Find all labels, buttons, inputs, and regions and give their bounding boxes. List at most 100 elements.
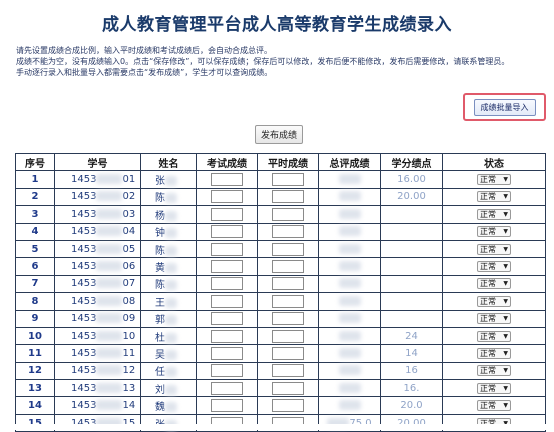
regular-score-input[interactable] [272,207,304,221]
regular-score-input[interactable] [272,225,304,239]
student-id-prefix: 1453 [71,295,97,307]
exam-score-input[interactable] [211,190,243,204]
status-select[interactable]: 正常 ▼ [477,261,511,273]
dropdown-arrow-icon: ▼ [503,332,508,340]
total-score [318,222,381,241]
redacted-blur [165,176,177,187]
student-name-text: 黄 [155,263,165,275]
regular-score-input[interactable] [272,381,304,395]
status-select[interactable]: 正常 ▼ [477,174,511,186]
student-name: 刘 [140,379,197,398]
row-number: 1 [15,170,55,189]
publish-scores-button[interactable]: 发布成绩 [255,125,304,144]
student-name-text: 钟 [155,228,165,240]
column-header: 状态 [442,152,546,172]
regular-score-input[interactable] [272,260,304,274]
regular-score-input[interactable] [272,277,304,291]
total-score [318,274,381,294]
exam-score-cell [196,239,258,259]
grade-point [380,292,443,311]
student-id-suffix: 04 [122,226,136,238]
status-cell: 正常 ▼ [442,396,546,415]
dropdown-arrow-icon: ▼ [503,245,508,253]
exam-score-input[interactable] [211,260,243,274]
regular-score-input[interactable] [272,173,304,187]
bulk-import-button[interactable]: 成绩批量导入 [473,98,536,116]
status-select[interactable]: 正常 ▼ [477,243,511,255]
exam-score-input[interactable] [211,294,243,308]
regular-score-input[interactable] [272,399,304,413]
status-select[interactable]: 正常 ▼ [477,330,511,342]
status-value: 正常 [480,366,496,376]
student-id-prefix: 1453 [71,330,97,342]
status-cell: 正常 ▼ [442,239,546,259]
row-number: 10 [15,326,55,346]
exam-score-input[interactable] [211,312,243,326]
regular-score-input[interactable] [272,312,304,326]
student-id-suffix: 12 [122,365,136,377]
table-row: 8 1453 08 王 正常 ▼ [15,292,546,311]
student-id-suffix: 10 [122,330,136,342]
student-name: 陈 [140,187,197,207]
dropdown-arrow-icon: ▼ [503,280,508,288]
redacted-blur [338,330,361,341]
regular-score-input[interactable] [272,364,304,378]
regular-score-input[interactable] [272,346,304,360]
exam-score-input[interactable] [211,277,243,291]
dropdown-arrow-icon: ▼ [503,349,508,357]
status-select[interactable]: 正常 ▼ [477,226,511,238]
status-cell: 正常 ▼ [442,379,546,398]
student-id-suffix: 14 [122,400,136,412]
exam-score-cell [196,361,258,381]
student-id: 1453 04 [54,222,141,241]
student-name: 王 [140,292,197,311]
status-select[interactable]: 正常 ▼ [477,208,511,220]
regular-score-cell [257,326,319,346]
student-id: 1453 09 [54,309,141,328]
status-select[interactable]: 正常 ▼ [477,400,511,412]
student-id: 1453 02 [54,187,141,207]
status-select[interactable]: 正常 ▼ [477,313,511,325]
regular-score-input[interactable] [272,329,304,343]
redacted-blur [165,332,177,343]
column-header: 考试成绩 [196,152,258,172]
status-select[interactable]: 正常 ▼ [477,278,511,290]
regular-score-input[interactable] [272,242,304,256]
redacted-blur [165,245,177,256]
dropdown-arrow-icon: ▼ [503,367,508,375]
student-id-suffix: 05 [122,243,136,255]
status-value: 正常 [480,401,496,411]
regular-score-input[interactable] [272,294,304,308]
redacted-blur [165,297,177,308]
exam-score-input[interactable] [211,329,243,343]
exam-score-input[interactable] [211,399,243,413]
exam-score-input[interactable] [211,173,243,187]
student-name: 陈 [140,274,197,294]
student-id-prefix: 1453 [71,243,97,255]
status-select[interactable]: 正常 ▼ [477,347,511,359]
table-header-row: 序号 学号 姓名 考试成绩 平时成绩 总评成绩 学分绩点 状态 [15,152,546,172]
status-select[interactable]: 正常 ▼ [477,382,511,394]
status-select[interactable]: 正常 ▼ [477,295,511,307]
status-value: 正常 [480,209,496,219]
exam-score-input[interactable] [211,242,243,256]
score-table: 序号 学号 姓名 考试成绩 平时成绩 总评成绩 学分绩点 状态 1 1453 01 张… [15,152,546,432]
exam-score-input[interactable] [211,225,243,239]
exam-score-input[interactable] [211,364,243,378]
exam-score-input[interactable] [211,207,243,221]
dropdown-arrow-icon: ▼ [503,402,508,410]
row-number: 8 [15,292,55,311]
status-select[interactable]: 正常 ▼ [477,191,511,203]
regular-score-input[interactable] [272,190,304,204]
student-name-text: 刘 [155,384,165,396]
exam-score-input[interactable] [211,346,243,360]
redacted-blur [338,295,361,306]
student-id-prefix: 1453 [71,261,97,273]
status-select[interactable]: 正常 ▼ [477,365,511,377]
exam-score-input[interactable] [211,381,243,395]
regular-score-cell [257,379,319,398]
student-name-text: 吴 [155,349,165,361]
table-row: 14 1453 14 魏 20.0 正常 ▼ [15,396,546,415]
grade-point: 24 [380,326,443,346]
redacted-blur [96,313,123,324]
